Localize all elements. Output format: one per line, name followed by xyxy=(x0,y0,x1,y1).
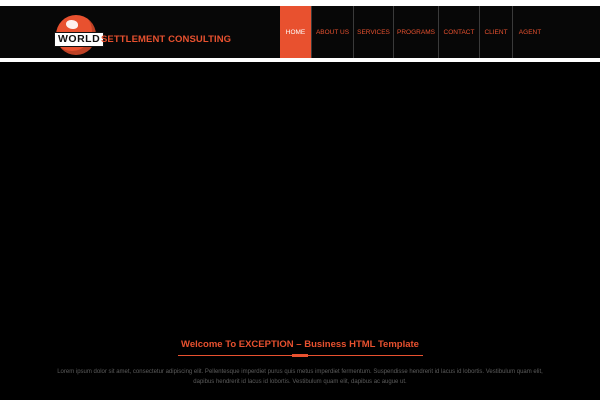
nav-contact[interactable]: CONTACT xyxy=(439,6,480,58)
site-logo[interactable]: WORLD SETTLEMENT CONSULTING xyxy=(54,14,231,60)
nav-services[interactable]: SERVICES xyxy=(354,6,394,58)
main-nav: HOME ABOUT US SERVICES PROGRAMS CONTACT … xyxy=(280,6,547,58)
intro-text-line-2: dapibus hendrerit id lacus id lobortis. … xyxy=(193,379,407,385)
logo-badge: WORLD xyxy=(54,32,105,47)
welcome-heading: Welcome To EXCEPTION – Business HTML Tem… xyxy=(181,339,419,350)
intro-text: Lorem ipsum dolor sit amet, consectetur … xyxy=(50,367,550,387)
nav-agent[interactable]: AGENT xyxy=(513,6,547,58)
nav-about-us[interactable]: ABOUT US xyxy=(312,6,354,58)
intro-text-line-1: Lorem ipsum dolor sit amet, consectetur … xyxy=(57,369,543,375)
nav-client[interactable]: CLIENT xyxy=(480,6,513,58)
heading-divider-accent xyxy=(292,354,308,357)
nav-programs[interactable]: PROGRAMS xyxy=(394,6,439,58)
logo-name: SETTLEMENT CONSULTING xyxy=(101,34,232,45)
nav-home[interactable]: HOME xyxy=(280,6,312,58)
